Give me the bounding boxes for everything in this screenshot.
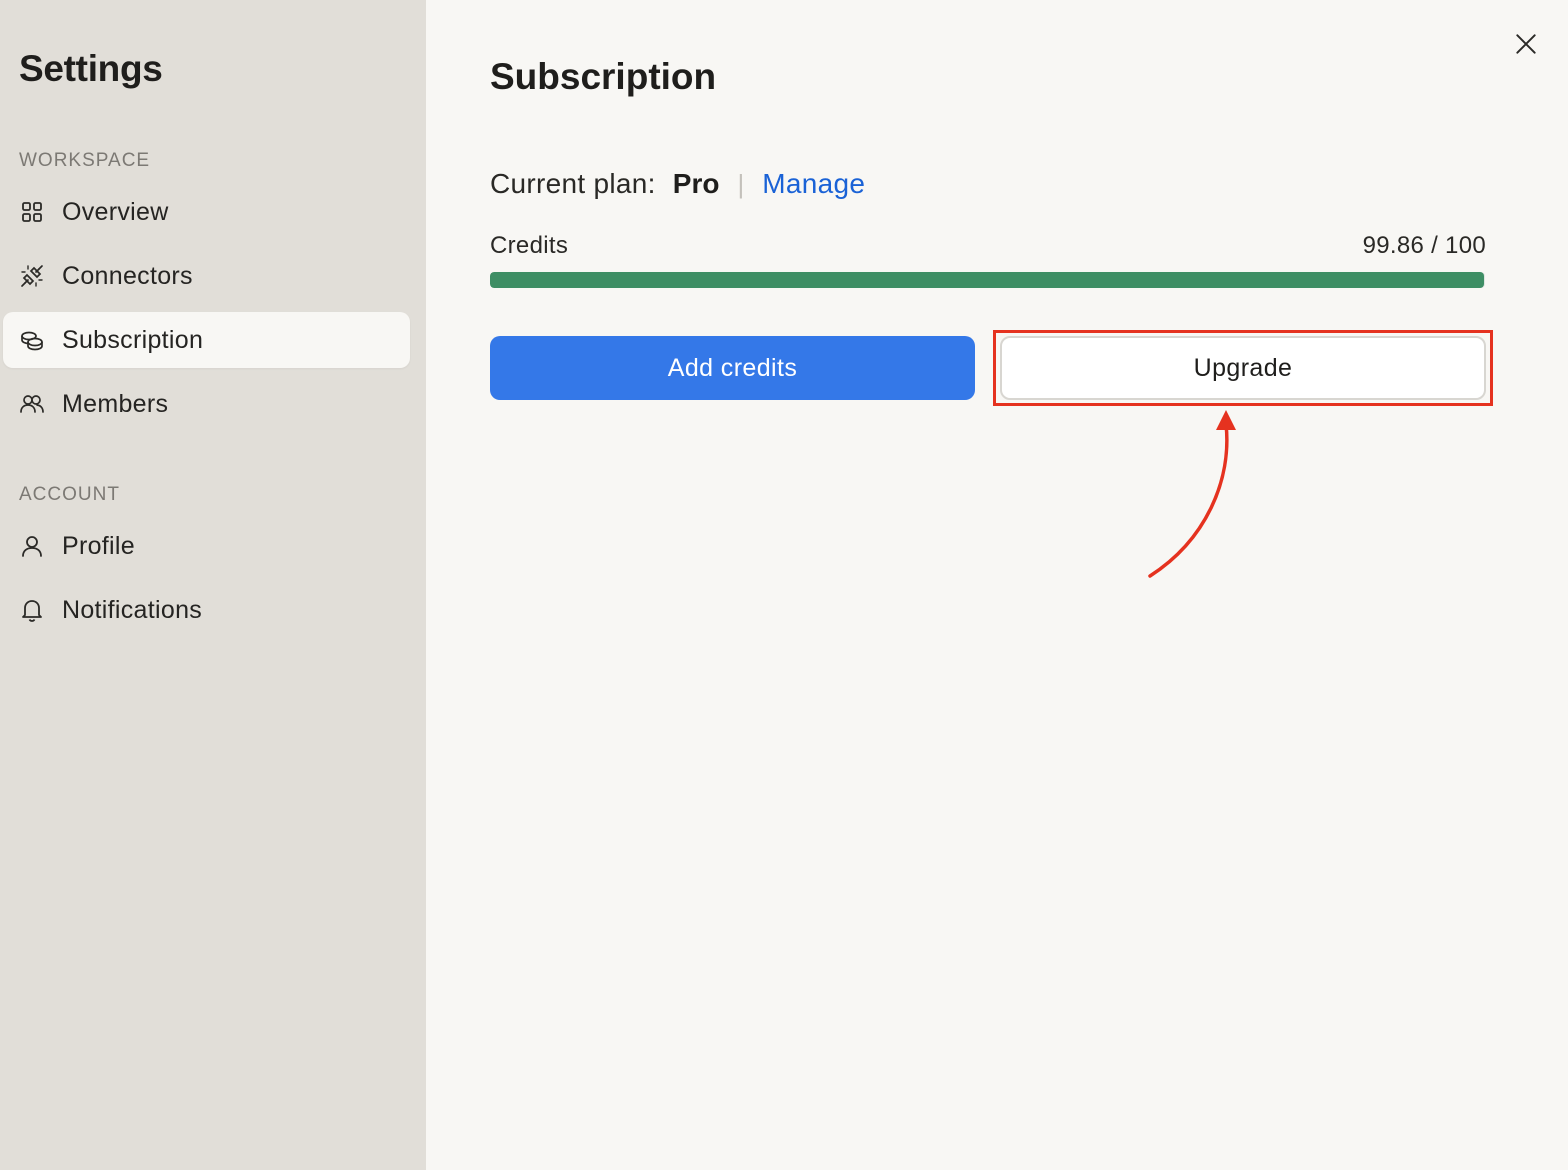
main-panel: Subscription Current plan: Pro | Manage … <box>426 0 1568 1170</box>
user-icon <box>19 533 45 559</box>
section-label-account: ACCOUNT <box>19 484 120 505</box>
credits-value: 99.86 / 100 <box>1362 232 1486 259</box>
credits-progress-bar <box>490 272 1485 288</box>
sidebar-item-members[interactable]: Members <box>3 376 410 432</box>
credits-progress-fill <box>490 272 1484 288</box>
sidebar-title: Settings <box>19 48 163 89</box>
upgrade-button[interactable]: Upgrade <box>1000 336 1486 400</box>
sidebar-item-label: Notifications <box>62 595 203 624</box>
sidebar-item-label: Connectors <box>62 261 193 290</box>
page-title: Subscription <box>490 56 717 97</box>
sidebar-item-notifications[interactable]: Notifications <box>3 582 410 638</box>
current-plan-label: Current plan: <box>490 168 656 199</box>
credits-label: Credits <box>490 232 569 259</box>
close-button[interactable] <box>1510 28 1542 60</box>
sidebar-item-label: Profile <box>62 531 135 560</box>
manage-link[interactable]: Manage <box>762 168 865 200</box>
sidebar-item-subscription[interactable]: Subscription <box>3 312 410 368</box>
settings-window: Settings WORKSPACE Overview Connectors S… <box>0 0 1568 1170</box>
sidebar-item-profile[interactable]: Profile <box>3 518 410 574</box>
sidebar: Settings WORKSPACE Overview Connectors S… <box>0 0 426 1170</box>
sidebar-item-connectors[interactable]: Connectors <box>3 248 410 304</box>
bell-icon <box>19 597 45 623</box>
sidebar-item-overview[interactable]: Overview <box>3 184 410 240</box>
plug-icon <box>19 263 45 289</box>
sidebar-item-label: Subscription <box>62 325 204 354</box>
current-plan-row: Current plan: Pro | Manage <box>490 164 865 204</box>
coins-icon <box>19 327 45 353</box>
add-credits-button[interactable]: Add credits <box>490 336 975 400</box>
grid-icon <box>19 199 45 225</box>
sidebar-item-label: Overview <box>62 197 169 226</box>
users-icon <box>19 391 45 417</box>
close-icon <box>1516 34 1536 54</box>
current-plan-value: Pro <box>672 168 720 199</box>
section-label-workspace: WORKSPACE <box>19 150 151 171</box>
plan-separator: | <box>737 168 745 199</box>
sidebar-item-label: Members <box>62 389 169 418</box>
